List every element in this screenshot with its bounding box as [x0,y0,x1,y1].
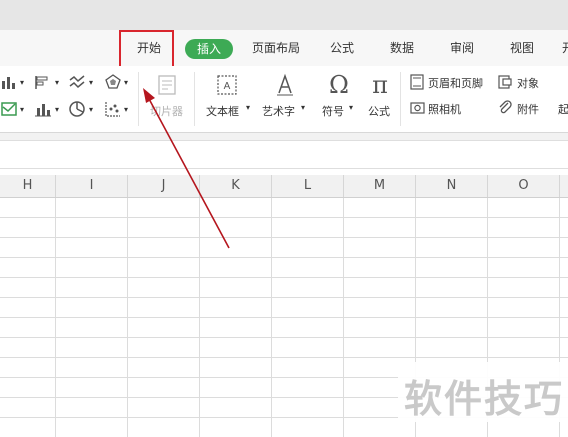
stock-chart-icon[interactable] [0,100,18,118]
svg-text:A: A [224,81,231,92]
header-footer-label[interactable]: 页眉和页脚 [428,75,483,91]
tab-review[interactable]: 审阅 [450,30,474,66]
wordart-dropdown-icon[interactable]: ▾ [301,103,305,112]
svg-text:Ω: Ω [329,72,349,98]
column-header-row: H I J K L M N O [0,175,568,198]
ribbon-separator [138,72,139,126]
column-header[interactable]: O [488,175,560,197]
camera-icon[interactable] [410,100,425,115]
column-header[interactable]: J [128,175,200,197]
equation-label[interactable]: 公式 [368,103,390,119]
paperclip-icon[interactable] [498,100,513,115]
combo-chart-icon[interactable] [34,100,52,118]
column-chart-icon[interactable] [0,73,18,91]
tab-cut-off[interactable]: 开 [562,30,568,66]
tab-formula[interactable]: 公式 [330,30,354,66]
textbox-label[interactable]: 文本框 [206,103,239,119]
column-header[interactable]: N [416,175,488,197]
svg-text:π: π [372,72,388,98]
tab-data[interactable]: 数据 [390,30,414,66]
pie-chart-icon[interactable] [68,100,86,118]
highlight-box [119,30,174,68]
chart-dropdown-icon[interactable]: ▾ [55,78,59,87]
textbox-dropdown-icon[interactable]: ▾ [246,103,250,112]
header-footer-icon[interactable] [410,74,424,90]
ribbon-separator [400,72,401,126]
textbox-icon[interactable]: A [215,73,239,97]
column-header[interactable]: L [272,175,344,197]
pi-equation-icon[interactable]: π [367,72,393,98]
object-label[interactable]: 对象 [517,75,539,91]
symbol-dropdown-icon[interactable]: ▾ [349,103,353,112]
radar-chart-icon[interactable] [104,73,122,91]
ribbon-separator [194,72,195,126]
tab-view[interactable]: 视图 [510,30,534,66]
column-header[interactable]: M [344,175,416,197]
tab-page-layout[interactable]: 页面布局 [252,30,300,66]
slicer-label[interactable]: 切片器 [150,103,183,119]
bar-chart-icon[interactable] [34,73,52,91]
chart-dropdown-icon[interactable]: ▾ [20,105,24,114]
title-bar [0,0,568,30]
chart-dropdown-icon[interactable]: ▾ [89,105,93,114]
chart-dropdown-icon[interactable]: ▾ [55,105,59,114]
wordart-icon[interactable] [273,73,297,97]
camera-label[interactable]: 照相机 [428,101,461,117]
object-icon[interactable] [498,74,513,90]
chart-dropdown-icon[interactable]: ▾ [20,78,24,87]
watermark-text: 软件技巧 [404,377,565,421]
omega-symbol-icon[interactable]: Ω [326,72,352,98]
column-header[interactable]: K [200,175,272,197]
formula-bar[interactable] [0,140,568,169]
chart-dropdown-icon[interactable]: ▾ [124,105,128,114]
chart-dropdown-icon[interactable]: ▾ [124,78,128,87]
ribbon-cut-off-label[interactable]: 起 [558,101,568,117]
line-chart-icon[interactable] [68,73,86,91]
column-header[interactable]: I [56,175,128,197]
tab-insert[interactable]: 插入 [185,39,234,59]
chart-dropdown-icon[interactable]: ▾ [89,78,93,87]
slicer-icon[interactable] [157,74,179,96]
attachment-label[interactable]: 附件 [517,101,539,117]
ribbon-tab-bar: 开始 插入 页面布局 公式 数据 审阅 视图 开 [0,30,568,66]
symbol-label[interactable]: 符号 [322,103,344,119]
column-header[interactable]: H [0,175,56,197]
wordart-label[interactable]: 艺术字 [262,103,295,119]
scatter-chart-icon[interactable] [104,100,122,118]
